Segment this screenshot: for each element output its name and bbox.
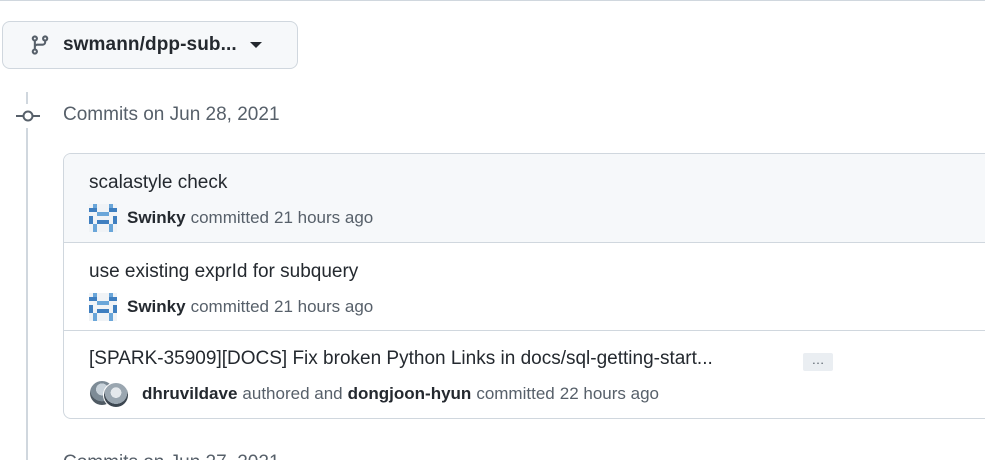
commit-action-text: committed: [190, 297, 270, 316]
commit-meta: Swinky committed 21 hours ago: [89, 204, 373, 232]
commit-row: scalastyle check Swinky committed 21 hou…: [64, 154, 985, 243]
avatar[interactable]: [103, 382, 129, 408]
window-top-border: [0, 0, 985, 1]
commit-title-link[interactable]: use existing exprId for subquery: [89, 261, 358, 283]
avatar[interactable]: [89, 293, 117, 321]
git-commit-icon: [14, 104, 42, 128]
commit-meta: dhruvildave authored and dongjoon-hyun c…: [89, 379, 659, 409]
expand-message-button[interactable]: …: [803, 353, 833, 371]
commit-row: [SPARK-35909][DOCS] Fix broken Python Li…: [64, 331, 985, 418]
branch-selector-button[interactable]: swmann/dpp-sub...: [2, 21, 298, 69]
committer-link[interactable]: dongjoon-hyun: [348, 384, 472, 404]
commit-author-link[interactable]: Swinky: [127, 297, 186, 317]
commit-meta: Swinky committed 21 hours ago: [89, 293, 373, 321]
branch-name: swmann/dpp-sub...: [63, 34, 237, 55]
commit-action-text: authored and: [242, 384, 343, 403]
commit-time[interactable]: 21 hours ago: [274, 297, 373, 317]
commit-action-text: committed: [190, 208, 270, 227]
commit-title-link[interactable]: [SPARK-35909][DOCS] Fix broken Python Li…: [89, 348, 713, 370]
commit-time[interactable]: 21 hours ago: [274, 208, 373, 228]
committer-action-text: committed: [476, 384, 555, 403]
commit-row: use existing exprId for subquery Swinky …: [64, 243, 985, 331]
commits-day-heading: Commits on Jun 27, 2021: [63, 452, 280, 460]
chevron-down-icon: [249, 40, 263, 50]
commit-author-link[interactable]: Swinky: [127, 208, 186, 228]
commit-author-link[interactable]: dhruvildave: [142, 384, 237, 404]
commit-time[interactable]: 22 hours ago: [560, 384, 659, 404]
commit-list: scalastyle check Swinky committed 21 hou…: [63, 153, 985, 419]
avatar-stack: [89, 379, 131, 409]
commits-day-heading: Commits on Jun 28, 2021: [63, 104, 280, 125]
commit-title-link[interactable]: scalastyle check: [89, 172, 227, 194]
timeline-line: [26, 92, 28, 460]
git-branch-icon: [29, 34, 51, 56]
avatar[interactable]: [89, 204, 117, 232]
